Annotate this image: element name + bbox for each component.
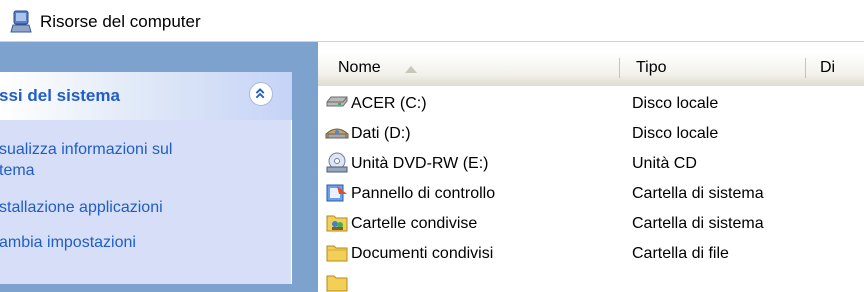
column-header-third[interactable]: Di bbox=[820, 52, 835, 84]
add-remove-programs-link[interactable]: stallazione applicazioni bbox=[0, 197, 163, 219]
list-item[interactable]: Documenti condivisi Cartella di file bbox=[318, 239, 864, 269]
item-type: Cartella di file bbox=[632, 245, 729, 262]
item-type: Unità CD bbox=[632, 155, 697, 172]
item-type: Cartella di sistema bbox=[632, 185, 764, 202]
control-panel-icon bbox=[326, 184, 347, 202]
item-name: Documenti condivisi bbox=[351, 245, 494, 262]
system-tasks-panel: ssi del sistema sualizza informazioni su… bbox=[0, 72, 292, 284]
chevron-up-icon bbox=[255, 88, 265, 99]
column-header-name[interactable]: Nome bbox=[338, 52, 381, 84]
item-name: Cartelle condivise bbox=[351, 215, 478, 232]
list-item[interactable]: Pannello di controllo Cartella di sistem… bbox=[318, 179, 864, 209]
address-bar: Risorse del computer bbox=[0, 0, 864, 42]
system-tasks-header[interactable]: ssi del sistema bbox=[0, 72, 292, 120]
system-tasks-body: sualizza informazioni sul tema stallazio… bbox=[0, 120, 292, 284]
computer-icon bbox=[10, 10, 32, 33]
window-title: Risorse del computer bbox=[40, 12, 201, 31]
view-system-info-link[interactable]: sualizza informazioni sul bbox=[0, 139, 172, 161]
item-name: Dati (D:) bbox=[351, 125, 411, 142]
change-settings-link[interactable]: ambia impostazioni bbox=[0, 232, 136, 254]
item-type: Disco locale bbox=[632, 125, 719, 142]
shared-folders-icon bbox=[326, 215, 348, 232]
column-header-bar: Nome Tipo Di bbox=[318, 52, 864, 86]
column-divider[interactable] bbox=[619, 58, 620, 78]
column-header-type[interactable]: Tipo bbox=[636, 52, 667, 84]
file-list: Nome Tipo Di ACER (C:) Disco locale Dati… bbox=[318, 42, 864, 292]
task-pane: ssi del sistema sualizza informazioni su… bbox=[0, 42, 318, 292]
folder-icon bbox=[326, 245, 348, 262]
sort-ascending-icon bbox=[405, 66, 417, 73]
item-name: ACER (C:) bbox=[351, 95, 427, 112]
hard-drive-icon bbox=[325, 128, 349, 139]
list-item[interactable]: ACER (C:) Disco locale bbox=[318, 89, 864, 119]
item-name: Unità DVD-RW (E:) bbox=[351, 155, 489, 172]
list-item[interactable]: Unità DVD-RW (E:) Unità CD bbox=[318, 149, 864, 179]
item-type: Disco locale bbox=[632, 95, 719, 112]
collapse-button[interactable] bbox=[249, 82, 273, 106]
folder-icon bbox=[326, 275, 348, 292]
item-name: Pannello di controllo bbox=[351, 185, 496, 202]
list-item[interactable]: Cartelle condivise Cartella di sistema bbox=[318, 209, 864, 239]
list-item-partial[interactable] bbox=[318, 269, 864, 292]
hard-drive-icon bbox=[326, 96, 348, 107]
item-type: Cartella di sistema bbox=[632, 215, 764, 232]
dvd-drive-icon bbox=[326, 152, 348, 173]
list-item[interactable]: Dati (D:) Disco locale bbox=[318, 119, 864, 149]
system-tasks-title: ssi del sistema bbox=[0, 86, 120, 105]
column-divider[interactable] bbox=[805, 58, 806, 78]
view-system-info-link-line2[interactable]: tema bbox=[0, 160, 35, 182]
